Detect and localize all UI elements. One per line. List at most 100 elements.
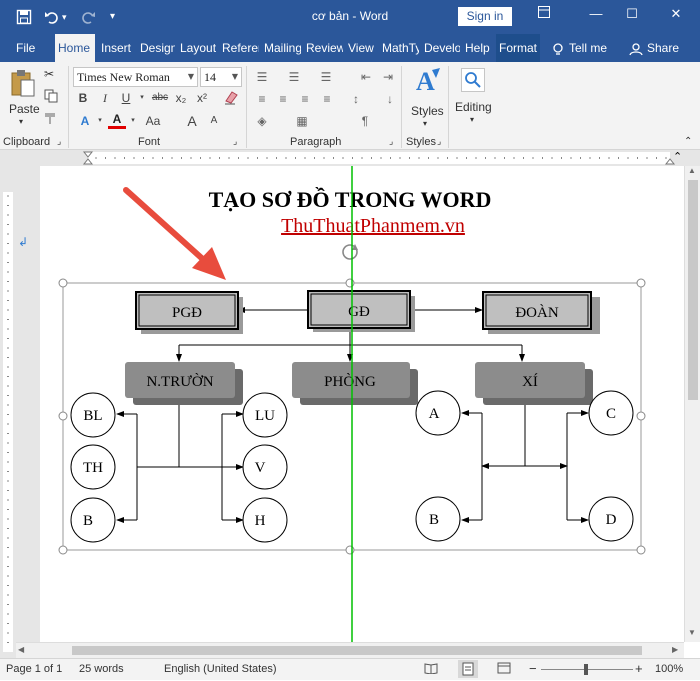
sign-in-button[interactable]: Sign in bbox=[458, 7, 512, 26]
line-spacing-icon[interactable]: ↕ bbox=[346, 90, 366, 108]
tab-references[interactable]: References bbox=[219, 34, 259, 62]
tab-home[interactable]: Home bbox=[55, 34, 95, 62]
tab-layout[interactable]: Layout bbox=[177, 34, 217, 62]
font-size-value: 14 bbox=[204, 70, 216, 84]
undo-dropdown-icon[interactable]: ▾ bbox=[62, 9, 67, 25]
scroll-left-icon[interactable]: ◀ bbox=[18, 645, 24, 654]
tab-format[interactable]: Format bbox=[496, 34, 540, 62]
maximize-icon[interactable]: ☐ bbox=[620, 6, 644, 22]
bullets-icon[interactable]: ☰ bbox=[252, 68, 272, 86]
ruler-ticks bbox=[3, 192, 13, 652]
scroll-up-icon[interactable]: ▲ bbox=[688, 166, 696, 175]
multilevel-list-icon[interactable]: ☰ bbox=[316, 68, 336, 86]
font-size-combo[interactable]: 14 ▼ bbox=[200, 67, 242, 87]
minimize-icon[interactable]: — bbox=[584, 6, 608, 21]
horizontal-ruler[interactable]: ⌃ bbox=[0, 150, 700, 166]
document-heading[interactable]: TẠO SƠ ĐỒ TRONG WORD bbox=[0, 187, 700, 213]
tab-review[interactable]: Review bbox=[303, 34, 343, 62]
scroll-thumb[interactable] bbox=[72, 646, 642, 655]
print-layout-icon[interactable] bbox=[458, 660, 478, 678]
editing-dropdown-icon[interactable]: ▾ bbox=[470, 115, 474, 124]
scroll-down-icon[interactable]: ▼ bbox=[688, 628, 696, 637]
paste-dropdown-icon[interactable]: ▾ bbox=[19, 117, 23, 126]
horizontal-scrollbar[interactable]: ◀ ▶ bbox=[16, 642, 684, 658]
borders-icon[interactable]: ▦ bbox=[292, 112, 312, 130]
ribbon-display-icon[interactable] bbox=[532, 6, 556, 21]
collapse-ribbon-icon[interactable]: ⌃ bbox=[684, 136, 692, 147]
numbering-icon[interactable]: ☰ bbox=[284, 68, 304, 86]
superscript-button[interactable]: x² bbox=[193, 89, 211, 107]
tab-file[interactable]: File bbox=[13, 34, 38, 62]
font-group-label: Font bbox=[138, 136, 161, 148]
styles-launcher-icon[interactable]: ⌟ bbox=[437, 136, 441, 147]
undo-icon[interactable] bbox=[44, 9, 60, 25]
zoom-level[interactable]: 100% bbox=[655, 663, 683, 675]
justify-icon[interactable]: ≡ bbox=[317, 90, 337, 108]
tab-mathtype[interactable]: MathType bbox=[379, 34, 419, 62]
increase-indent-icon[interactable]: ⇥ bbox=[378, 68, 398, 86]
change-case-icon[interactable]: Aa bbox=[144, 112, 162, 130]
align-right-icon[interactable]: ≡ bbox=[295, 90, 315, 108]
styles-button[interactable]: Styles bbox=[411, 104, 444, 118]
group-divider bbox=[246, 66, 247, 148]
language-indicator[interactable]: English (United States) bbox=[164, 663, 277, 675]
editing-button[interactable]: Editing bbox=[455, 100, 492, 114]
tab-mailings[interactable]: Mailings bbox=[261, 34, 301, 62]
align-left-icon[interactable]: ≡ bbox=[252, 90, 272, 108]
tab-insert[interactable]: Insert bbox=[98, 34, 135, 62]
font-launcher-icon[interactable]: ⌟ bbox=[233, 136, 237, 147]
text-effects-dropdown-icon[interactable]: ▾ bbox=[91, 112, 109, 130]
paste-button[interactable]: Paste bbox=[9, 102, 40, 116]
italic-button[interactable]: I bbox=[96, 89, 114, 107]
clipboard-launcher-icon[interactable]: ⌟ bbox=[57, 136, 61, 147]
styles-dropdown-icon[interactable]: ▾ bbox=[423, 119, 427, 128]
font-color-dropdown-icon[interactable]: ▾ bbox=[124, 112, 142, 130]
scroll-thumb[interactable] bbox=[688, 180, 698, 400]
svg-text:A: A bbox=[416, 67, 435, 96]
share-button[interactable]: Share bbox=[644, 34, 682, 62]
shrink-font-icon[interactable]: A bbox=[205, 112, 223, 130]
sort-icon[interactable]: ↓ bbox=[380, 90, 400, 108]
vertical-ruler[interactable] bbox=[0, 166, 16, 658]
page-count[interactable]: Page 1 of 1 bbox=[6, 663, 62, 675]
align-center-icon[interactable]: ≡ bbox=[273, 90, 293, 108]
zoom-out-icon[interactable]: − bbox=[529, 661, 537, 676]
redo-icon[interactable] bbox=[80, 9, 96, 25]
find-icon[interactable] bbox=[461, 68, 485, 92]
styles-icon[interactable]: A bbox=[414, 66, 442, 101]
font-family-combo[interactable]: Times New Roman ▼ bbox=[73, 67, 198, 87]
bold-button[interactable]: B bbox=[74, 89, 92, 107]
close-icon[interactable]: ✕ bbox=[664, 6, 688, 22]
cut-icon[interactable]: ✂ bbox=[44, 67, 54, 81]
grow-font-icon[interactable]: A bbox=[183, 112, 201, 130]
tab-help[interactable]: Help bbox=[462, 34, 494, 62]
strikethrough-button[interactable]: abc bbox=[149, 89, 171, 107]
format-painter-icon[interactable] bbox=[44, 111, 58, 128]
copy-icon[interactable] bbox=[44, 89, 58, 106]
paste-icon[interactable] bbox=[10, 68, 36, 101]
clear-formatting-icon[interactable] bbox=[222, 89, 240, 107]
show-marks-icon[interactable]: ¶ bbox=[355, 112, 375, 130]
shading-icon[interactable]: ◈ bbox=[252, 112, 272, 130]
word-count[interactable]: 25 words bbox=[79, 663, 124, 675]
save-icon[interactable] bbox=[16, 9, 32, 25]
document-subheading[interactable]: ThuThuatPhanmem.vn bbox=[0, 215, 700, 238]
tab-view[interactable]: View bbox=[345, 34, 377, 62]
paragraph-launcher-icon[interactable]: ⌟ bbox=[389, 136, 393, 147]
ruler-toggle-icon[interactable]: ⌃ bbox=[673, 150, 682, 163]
scroll-right-icon[interactable]: ▶ bbox=[672, 645, 678, 654]
decrease-indent-icon[interactable]: ⇤ bbox=[356, 68, 376, 86]
font-family-value: Times New Roman bbox=[77, 70, 170, 84]
web-layout-icon[interactable] bbox=[497, 662, 511, 677]
subscript-button[interactable]: x₂ bbox=[172, 89, 190, 107]
zoom-in-icon[interactable]: + bbox=[635, 661, 643, 676]
read-mode-icon[interactable] bbox=[424, 662, 438, 677]
zoom-slider-thumb[interactable] bbox=[584, 664, 588, 675]
customize-icon[interactable]: ▾ bbox=[110, 9, 115, 25]
tab-developer[interactable]: Developer bbox=[421, 34, 460, 62]
group-divider bbox=[448, 66, 449, 148]
tell-me-search[interactable]: Tell me bbox=[566, 34, 610, 62]
tab-design[interactable]: Design bbox=[137, 34, 175, 62]
ribbon-home: Paste ▾ ✂ Clipboard ⌟ Times New Roman ▼ … bbox=[0, 62, 700, 150]
status-bar: Page 1 of 1 25 words English (United Sta… bbox=[0, 658, 700, 680]
